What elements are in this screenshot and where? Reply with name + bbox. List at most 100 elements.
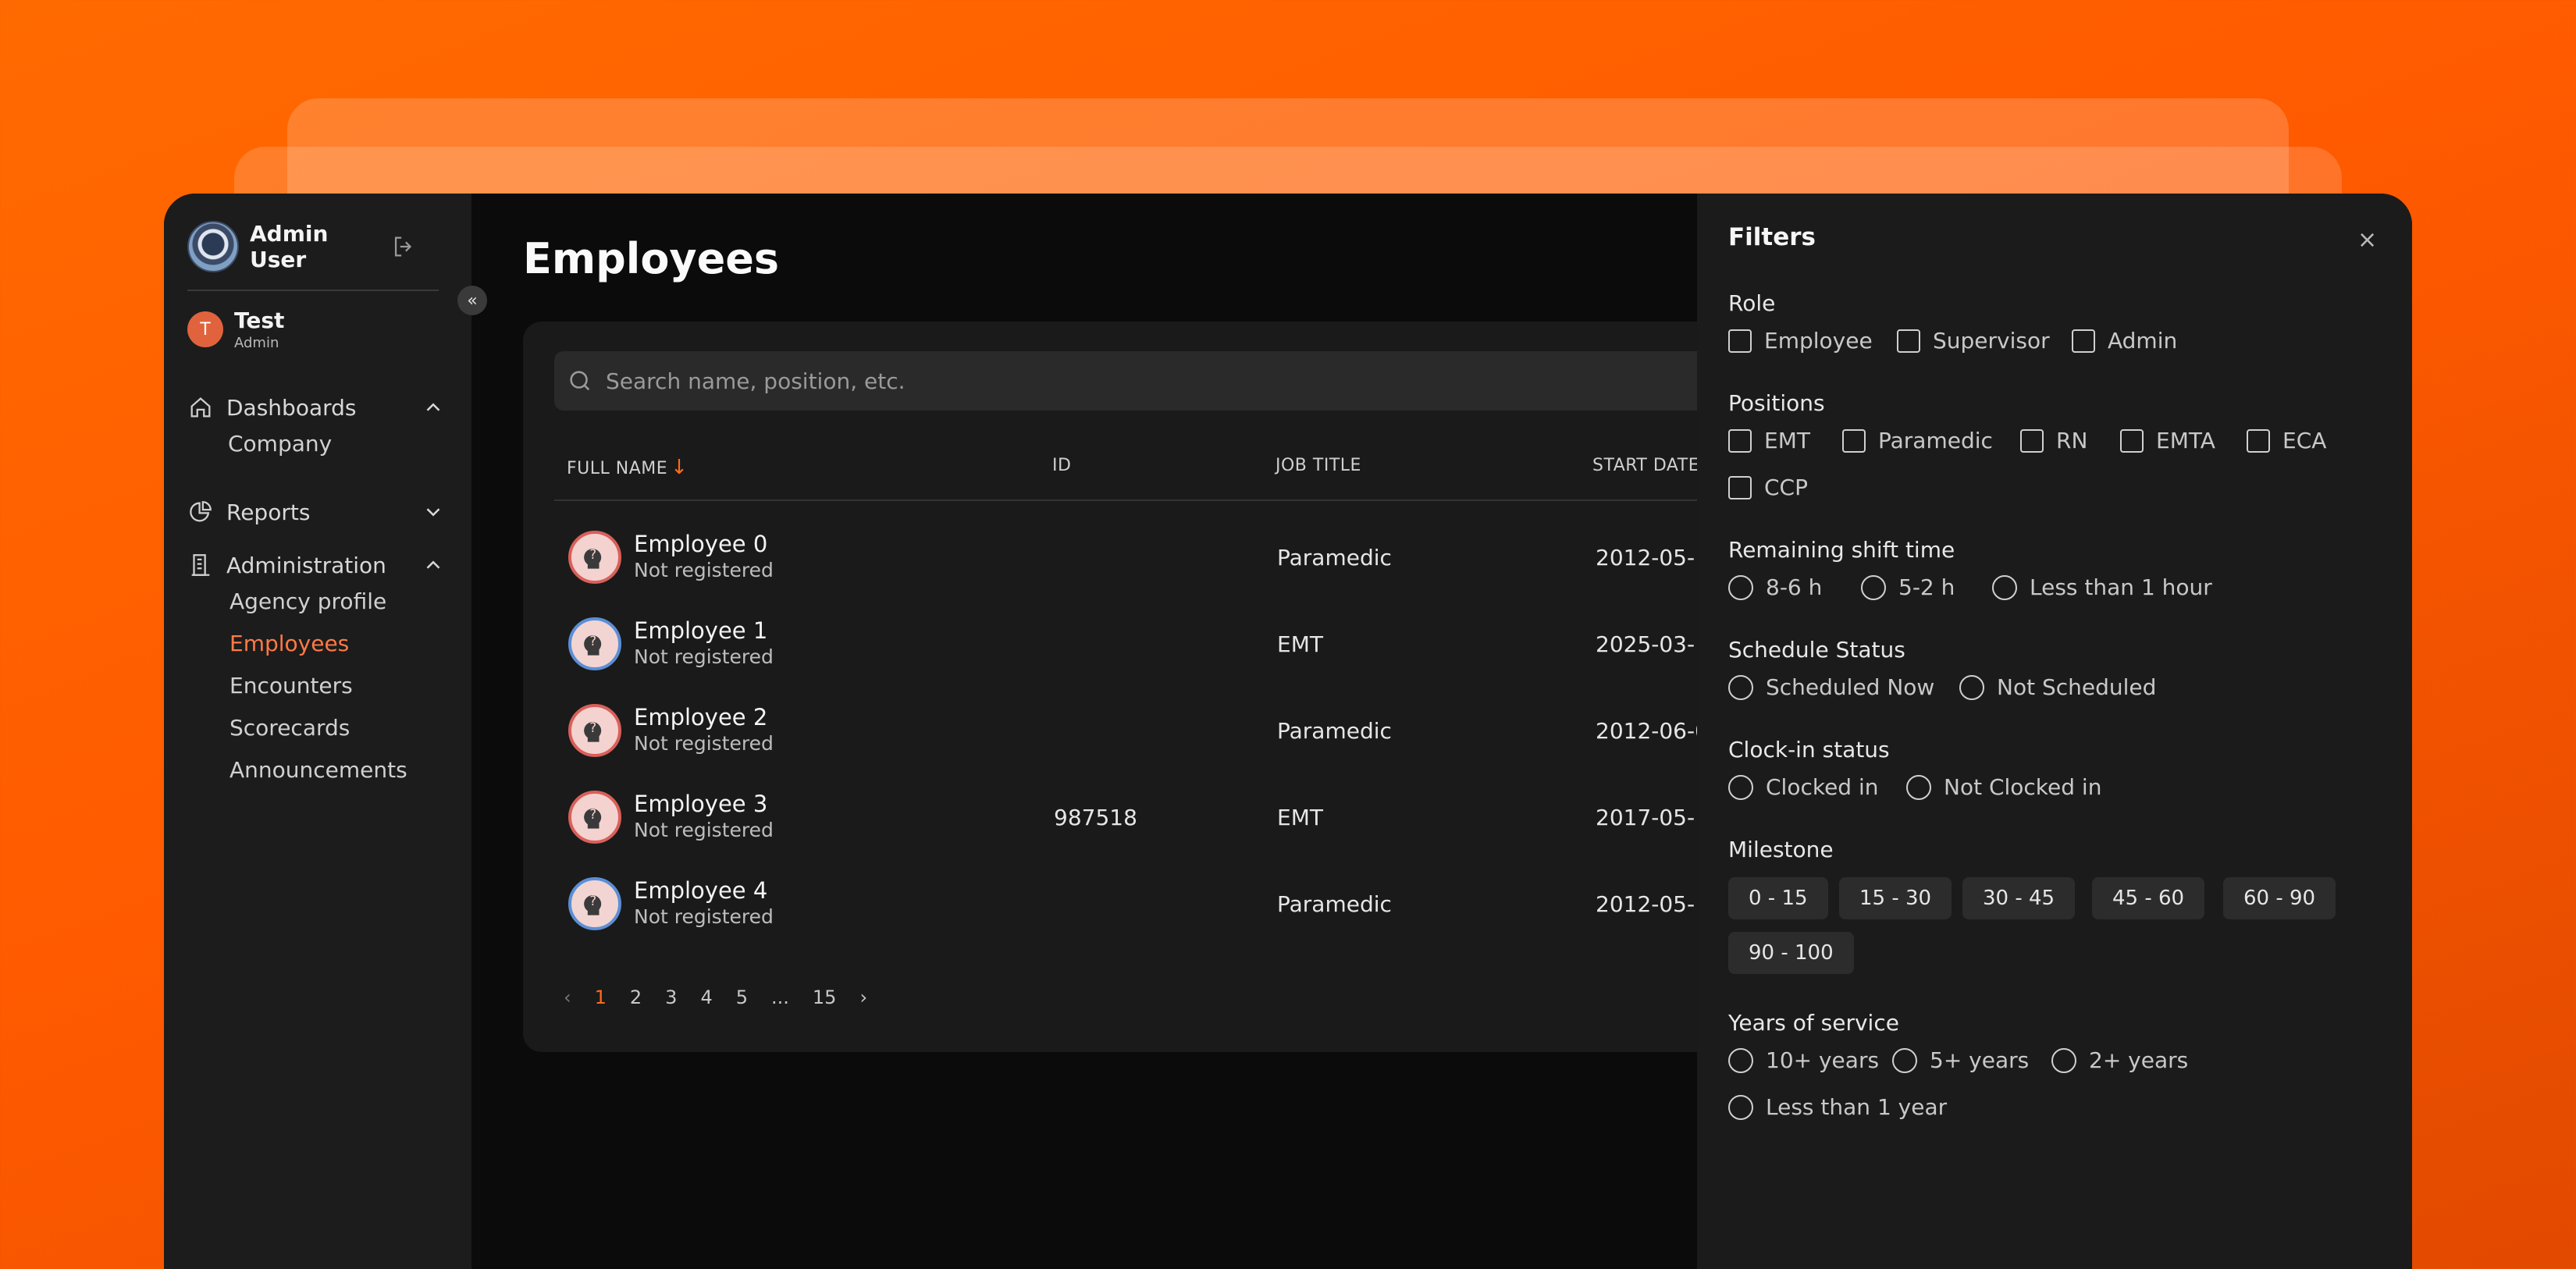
filter-clockin-label: Clock-in status <box>1728 737 1890 762</box>
sidebar-item-company[interactable]: Company <box>187 423 445 465</box>
radio-not-scheduled[interactable]: Not Scheduled <box>1959 674 2156 700</box>
page-3-button[interactable]: 3 <box>665 986 677 1008</box>
user-name: Admin User <box>250 221 329 272</box>
milestone-chip-45-60[interactable]: 45 - 60 <box>2092 877 2205 919</box>
employee-status: Not registered <box>634 645 774 668</box>
radio-circle <box>1728 674 1753 700</box>
option-label: CCP <box>1764 475 1808 500</box>
table-row[interactable]: ? Employee 4 Not registered Paramedic 20… <box>554 862 1850 947</box>
sidebar-item-agency-profile[interactable]: Agency profile <box>187 581 445 623</box>
nav-reports-label: Reports <box>226 499 311 525</box>
organization-switcher[interactable]: T Test Admin <box>187 307 284 351</box>
avatar-placeholder: ? <box>568 617 621 670</box>
milestone-chip-60-90[interactable]: 60 - 90 <box>2223 877 2336 919</box>
employee-job-title: EMT <box>1277 631 1323 657</box>
employees-table-card: FULL NAME↓ ID JOB TITLE START DATE ? Emp… <box>523 322 1850 1052</box>
radio-scheduled-now[interactable]: Scheduled Now <box>1728 674 1934 700</box>
milestone-chip-15-30[interactable]: 15 - 30 <box>1839 877 1952 919</box>
option-label: Less than 1 year <box>1766 1094 1948 1120</box>
home-icon <box>190 397 211 418</box>
checkbox-position-eca[interactable]: ECA <box>2247 428 2326 453</box>
sidebar: Admin User T Test Admin Dashboards Compa… <box>164 194 471 1269</box>
nav-administration-toggle[interactable]: Administration <box>187 549 445 581</box>
employee-status: Not registered <box>634 819 774 841</box>
checkbox-position-ccp[interactable]: CCP <box>1728 475 1808 500</box>
column-header-full-name[interactable]: FULL NAME ↓ <box>567 456 688 479</box>
unknown-person-icon: ? <box>584 894 602 915</box>
avatar <box>187 221 239 272</box>
sidebar-item-encounters[interactable]: Encounters <box>187 665 445 707</box>
nav-administration-label: Administration <box>226 552 386 578</box>
option-label: Scheduled Now <box>1766 674 1935 700</box>
logout-icon[interactable] <box>390 233 417 260</box>
radio-years-10-plus[interactable]: 10+ years <box>1728 1047 1879 1073</box>
checkbox-box <box>2072 329 2095 353</box>
radio-shift-less-1[interactable]: Less than 1 hour <box>1992 574 2212 600</box>
unknown-person-icon: ? <box>584 547 602 569</box>
user-profile[interactable]: Admin User <box>187 221 417 272</box>
table-row[interactable]: ? Employee 1 Not registered EMT 2025-03- <box>554 602 1850 688</box>
unknown-person-icon: ? <box>584 634 602 656</box>
filter-years-label: Years of service <box>1728 1010 1899 1036</box>
column-header-start-date[interactable]: START DATE <box>1592 456 1699 475</box>
radio-years-5-plus[interactable]: 5+ years <box>1892 1047 2029 1073</box>
filters-panel: Filters × Role Employee Supervisor Admin… <box>1697 194 2412 1269</box>
svg-text:?: ? <box>589 720 596 735</box>
filter-positions-label: Positions <box>1728 390 1825 416</box>
employee-start-date: 2012-05-1 <box>1596 891 1709 917</box>
checkbox-position-rn[interactable]: RN <box>2020 428 2087 453</box>
sidebar-item-announcements[interactable]: Announcements <box>187 749 445 791</box>
option-label: Not Scheduled <box>1997 674 2157 700</box>
employee-job-title: Paramedic <box>1277 891 1392 917</box>
radio-circle <box>1728 1094 1753 1120</box>
page-4-button[interactable]: 4 <box>700 986 712 1008</box>
nav-dashboards-label: Dashboards <box>226 394 357 421</box>
milestone-chip-90-100[interactable]: 90 - 100 <box>1728 932 1854 974</box>
radio-shift-5-2[interactable]: 5-2 h <box>1861 574 1955 600</box>
radio-years-less-1[interactable]: Less than 1 year <box>1728 1094 1947 1120</box>
page-1-button[interactable]: 1 <box>595 986 607 1008</box>
checkbox-position-emta[interactable]: EMTA <box>2120 428 2215 453</box>
page-2-button[interactable]: 2 <box>630 986 642 1008</box>
sidebar-item-employees[interactable]: Employees <box>187 623 445 665</box>
close-icon[interactable]: × <box>2357 226 2377 254</box>
employee-start-date: 2012-05-1 <box>1596 545 1709 571</box>
employee-name: Employee 2 <box>634 704 768 730</box>
sidebar-item-scorecards[interactable]: Scorecards <box>187 707 445 749</box>
page-5-button[interactable]: 5 <box>736 986 748 1008</box>
nav-dashboards-toggle[interactable]: Dashboards <box>187 392 445 423</box>
checkbox-position-paramedic[interactable]: Paramedic <box>1842 428 1993 453</box>
radio-clocked-in[interactable]: Clocked in <box>1728 774 1879 800</box>
page-15-button[interactable]: 15 <box>813 986 837 1008</box>
nav-reports-toggle[interactable]: Reports <box>187 496 445 528</box>
checkbox-role-employee[interactable]: Employee <box>1728 328 1873 354</box>
radio-not-clocked-in[interactable]: Not Clocked in <box>1906 774 2101 800</box>
radio-circle <box>1892 1047 1917 1073</box>
table-row[interactable]: ? Employee 2 Not registered Paramedic 20… <box>554 688 1850 774</box>
checkbox-box <box>1728 428 1752 453</box>
search-input[interactable] <box>606 368 1777 394</box>
option-label: 10+ years <box>1766 1047 1880 1073</box>
employee-job-title: Paramedic <box>1277 718 1392 744</box>
table-row[interactable]: ? Employee 3 Not registered 987518 EMT 2… <box>554 775 1850 861</box>
checkbox-role-admin[interactable]: Admin <box>2072 328 2177 354</box>
column-header-id[interactable]: ID <box>1052 456 1071 475</box>
radio-years-2-plus[interactable]: 2+ years <box>2051 1047 2188 1073</box>
next-page-button[interactable]: › <box>859 986 867 1008</box>
option-label: Less than 1 hour <box>2030 574 2212 600</box>
checkbox-role-supervisor[interactable]: Supervisor <box>1897 328 2050 354</box>
prev-page-button[interactable]: ‹ <box>564 986 571 1008</box>
milestone-chip-0-15[interactable]: 0 - 15 <box>1728 877 1828 919</box>
pagination: ‹ 1 2 3 4 5 ... 15 › <box>564 986 891 1008</box>
milestone-chip-30-45[interactable]: 30 - 45 <box>1962 877 2076 919</box>
table-row[interactable]: ? Employee 0 Not registered Paramedic 20… <box>554 515 1850 601</box>
radio-shift-8-6[interactable]: 8-6 h <box>1728 574 1822 600</box>
column-header-job-title[interactable]: JOB TITLE <box>1276 456 1361 475</box>
collapse-sidebar-button[interactable]: « <box>457 286 487 315</box>
employee-job-title: Paramedic <box>1277 545 1392 571</box>
radio-circle <box>1728 574 1753 600</box>
checkbox-position-emt[interactable]: EMT <box>1728 428 1810 453</box>
building-icon <box>191 554 210 576</box>
employee-start-date: 2025-03- <box>1596 631 1695 657</box>
sort-desc-icon: ↓ <box>671 456 688 479</box>
